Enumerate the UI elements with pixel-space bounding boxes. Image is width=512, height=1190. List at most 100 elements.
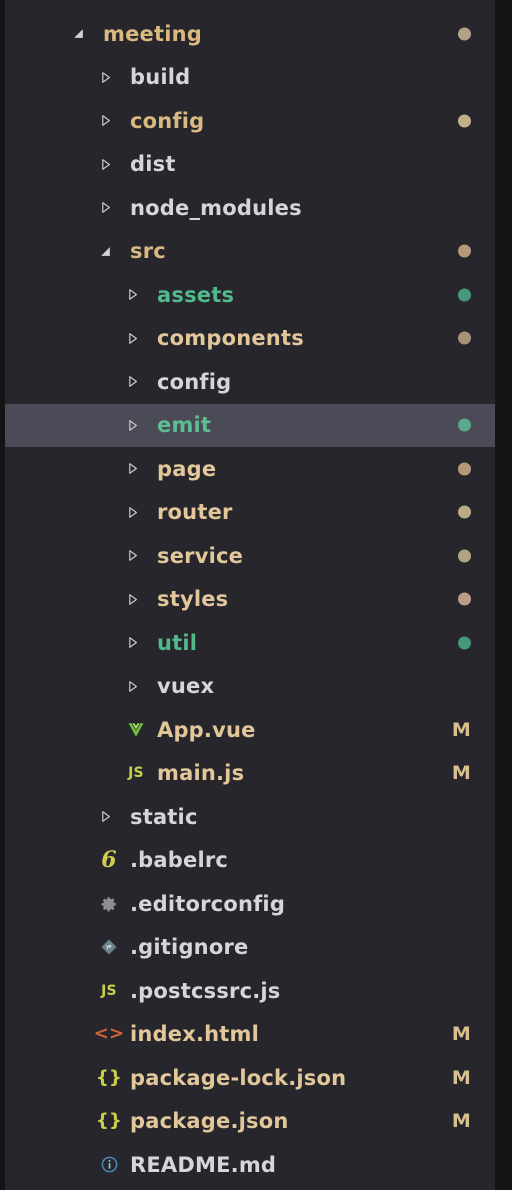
file-tree[interactable]: meeting build config dist node_modulessrc ass… — [5, 0, 495, 1190]
folder-status-dot — [458, 288, 471, 302]
chevron-right-icon[interactable] — [121, 462, 143, 475]
markdown-info-icon — [94, 1155, 124, 1174]
git-status-marker: M — [451, 1066, 471, 1089]
vue-icon — [121, 721, 151, 739]
tree-folder-row[interactable]: page — [5, 447, 495, 491]
folder-status-dot — [458, 549, 471, 563]
js-icon: JS — [128, 765, 144, 782]
tree-item-label: package-lock.json — [130, 1065, 347, 1090]
tree-item-label: static — [130, 804, 198, 829]
right-gutter-scrollbar[interactable] — [495, 0, 512, 1190]
folder-status-dot — [458, 418, 471, 432]
tree-item-label: .editorconfig — [130, 891, 286, 916]
tree-file-row[interactable]: {} package-lock.json M — [5, 1056, 495, 1100]
tree-item-label: dist — [130, 152, 176, 177]
tree-folder-row[interactable]: styles — [5, 578, 495, 622]
chevron-right-icon[interactable] — [121, 636, 143, 649]
tree-folder-row[interactable]: node_modules — [5, 186, 495, 230]
folder-status-dot — [458, 114, 471, 128]
git-status-marker: M — [451, 1110, 471, 1133]
tree-file-row[interactable]: JS .postcssrc.js — [5, 969, 495, 1013]
tree-file-row[interactable]: App.vue M — [5, 708, 495, 752]
tree-item-label: styles — [157, 587, 229, 612]
chevron-right-icon[interactable] — [121, 506, 143, 519]
git-status-marker: M — [451, 718, 471, 741]
tree-file-row[interactable]: <> index.html M — [5, 1013, 495, 1057]
tree-item-label: config — [157, 369, 232, 394]
tree-folder-row[interactable]: meeting — [5, 12, 495, 56]
tree-item-label: util — [157, 630, 198, 655]
tree-item-label: src — [130, 239, 166, 264]
chevron-right-icon[interactable] — [121, 375, 143, 388]
tree-item-label: README.md — [130, 1152, 277, 1177]
tree-file-row[interactable]: JS main.js M — [5, 752, 495, 796]
json-braces-icon: {} — [95, 1066, 123, 1088]
tree-folder-row[interactable]: config — [5, 99, 495, 143]
chevron-right-icon[interactable] — [121, 593, 143, 606]
tree-folder-row[interactable]: dist — [5, 143, 495, 187]
chevron-right-icon[interactable] — [94, 810, 116, 823]
babel-icon: 6 — [101, 847, 117, 874]
tree-folder-row[interactable]: assets — [5, 273, 495, 317]
tree-item-label: meeting — [103, 21, 202, 46]
tree-item-label: node_modules — [130, 195, 302, 220]
tree-file-row[interactable]: README.md — [5, 1143, 495, 1187]
chevron-right-icon[interactable] — [94, 201, 116, 214]
tree-item-label: assets — [157, 282, 235, 307]
chevron-right-icon[interactable] — [94, 114, 116, 127]
json-braces-icon: {} — [95, 1110, 123, 1132]
tree-item-label: router — [157, 500, 233, 525]
folder-status-dot — [458, 27, 471, 41]
chevron-right-icon[interactable] — [121, 332, 143, 345]
folder-status-dot — [458, 636, 471, 650]
file-explorer: meeting build config dist node_modulessrc ass… — [0, 0, 512, 1190]
tree-folder-row[interactable]: util — [5, 621, 495, 665]
tree-item-label: package.json — [130, 1109, 289, 1134]
tree-item-label: vuex — [157, 674, 215, 699]
folder-status-dot — [458, 331, 471, 345]
folder-status-dot — [458, 505, 471, 519]
tree-item-label: config — [130, 108, 205, 133]
tree-folder-row[interactable]: vuex — [5, 665, 495, 709]
tree-item-label: build — [130, 65, 191, 90]
tree-item-label: index.html — [130, 1022, 260, 1047]
folder-status-dot — [458, 462, 471, 476]
js-icon: JS — [101, 982, 117, 999]
tree-folder-row[interactable]: router — [5, 491, 495, 535]
git-status-marker: M — [451, 1023, 471, 1046]
tree-item-label: .gitignore — [130, 935, 249, 960]
git-status-marker: M — [451, 762, 471, 785]
chevron-down-icon[interactable] — [67, 27, 89, 40]
tree-item-label: components — [157, 326, 304, 351]
html-code-icon: <> — [93, 1023, 125, 1045]
chevron-down-icon[interactable] — [94, 245, 116, 258]
folder-status-dot — [458, 244, 471, 258]
tree-item-label: main.js — [157, 761, 245, 786]
tree-folder-row[interactable]: src — [5, 230, 495, 274]
tree-item-label: page — [157, 456, 217, 481]
tree-folder-row[interactable]: emit — [5, 403, 495, 447]
tree-file-row[interactable]: .editorconfig — [5, 882, 495, 926]
tree-item-label: service — [157, 543, 244, 568]
chevron-right-icon[interactable] — [121, 680, 143, 693]
folder-status-dot — [458, 592, 471, 606]
chevron-right-icon[interactable] — [94, 158, 116, 171]
tree-file-row[interactable]: .gitignore — [5, 926, 495, 970]
tree-item-label: emit — [157, 413, 212, 438]
tree-folder-row[interactable]: static — [5, 795, 495, 839]
git-icon — [94, 938, 124, 956]
gear-icon — [94, 895, 124, 913]
chevron-right-icon[interactable] — [94, 71, 116, 84]
chevron-right-icon[interactable] — [121, 419, 143, 432]
chevron-right-icon[interactable] — [121, 288, 143, 301]
tree-folder-row[interactable]: service — [5, 534, 495, 578]
tree-file-row[interactable]: {} package.json M — [5, 1100, 495, 1144]
tree-folder-row[interactable]: config — [5, 360, 495, 404]
tree-item-label: .babelrc — [130, 848, 229, 873]
tree-folder-row[interactable]: build — [5, 56, 495, 100]
tree-file-row[interactable]: 6 .babelrc — [5, 839, 495, 883]
tree-item-label: App.vue — [157, 717, 256, 742]
tree-folder-row[interactable]: components — [5, 317, 495, 361]
chevron-right-icon[interactable] — [121, 549, 143, 562]
tree-item-label: .postcssrc.js — [130, 978, 281, 1003]
